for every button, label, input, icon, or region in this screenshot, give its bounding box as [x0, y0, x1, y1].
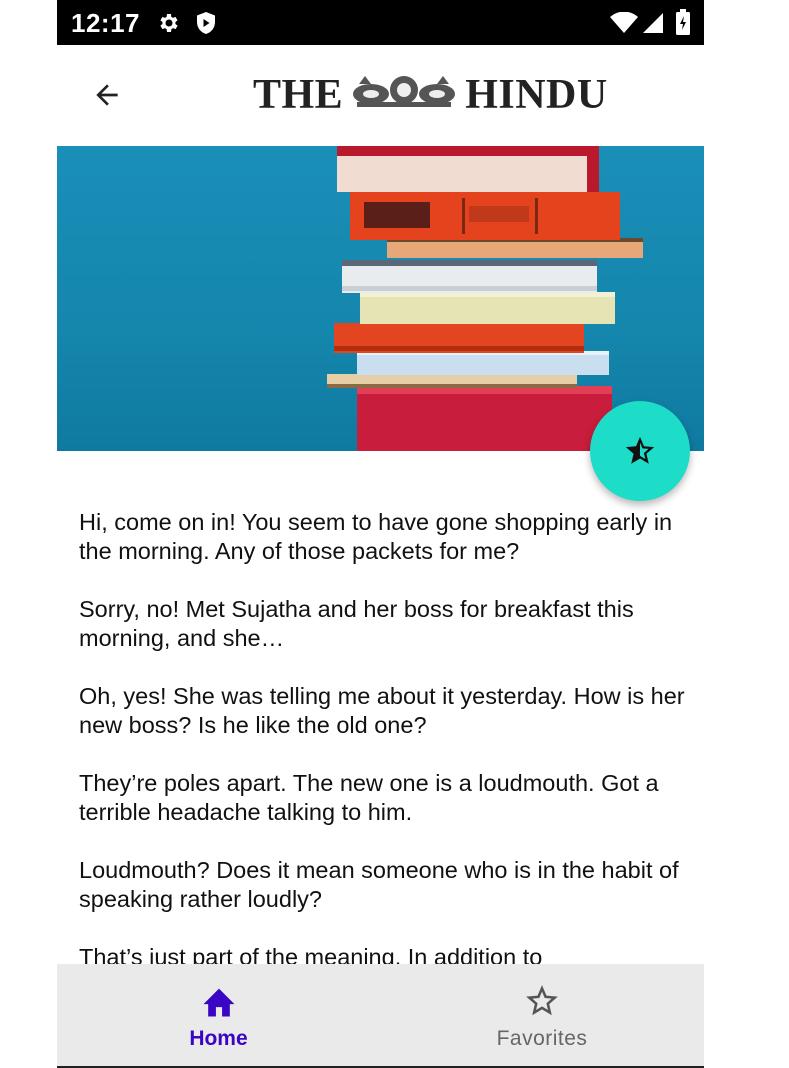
article-paragraph: That’s just part of the meaning. In addi…: [79, 944, 543, 964]
nav-home-label: Home: [189, 1027, 248, 1050]
logo-text-left: THE: [253, 72, 344, 118]
logo-text-right: HINDU: [465, 72, 608, 118]
article-paragraph: Hi, come on in! You seem to have gone sh…: [79, 509, 673, 564]
back-button[interactable]: [87, 75, 127, 115]
article-paragraph: Loudmouth? Does it mean someone who is i…: [79, 857, 679, 912]
nav-home[interactable]: Home: [57, 964, 380, 1066]
article-body: Hi, come on in! You seem to have gone sh…: [79, 508, 689, 964]
article-paragraph: Oh, yes! She was telling me about it yes…: [79, 683, 685, 738]
newspaper-logo: THE HINDU: [253, 70, 608, 120]
favorite-fab-button[interactable]: [590, 401, 690, 501]
bottom-navigation: Home Favorites: [57, 964, 704, 1068]
app-bar: THE HINDU: [57, 45, 704, 146]
star-half-icon: [625, 436, 655, 464]
star-outline-icon: [523, 982, 561, 1020]
emblem-icon: [349, 70, 459, 121]
status-time: 12:17: [71, 8, 140, 38]
home-icon: [200, 982, 238, 1020]
shield-icon: [195, 11, 217, 40]
battery-icon: [676, 9, 690, 40]
books-illustration: [327, 146, 643, 451]
nav-favorites[interactable]: Favorites: [380, 964, 704, 1066]
hero-image: [57, 146, 704, 451]
wifi-icon: [610, 11, 638, 39]
arrow-left-icon: [96, 84, 118, 106]
status-bar: 12:17: [57, 0, 704, 45]
signal-icon: [640, 12, 664, 39]
article-paragraph: Sorry, no! Met Sujatha and her boss for …: [79, 596, 634, 651]
nav-favorites-label: Favorites: [496, 1027, 588, 1050]
phone-screen: 12:17 THE HINDU Hi, come on in! You seem…: [57, 0, 704, 1068]
gear-icon: [156, 11, 180, 40]
article-paragraph: They’re poles apart. The new one is a lo…: [79, 770, 659, 825]
